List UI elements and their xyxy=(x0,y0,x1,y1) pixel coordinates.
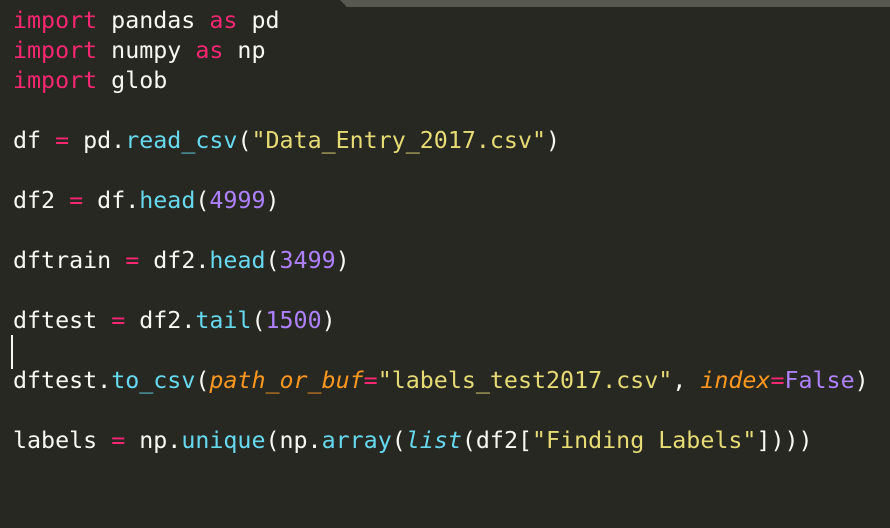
code-token: np xyxy=(223,37,266,64)
code-token: False xyxy=(784,367,855,394)
code-area[interactable]: import pandas as pd import numpy as np imp… xyxy=(13,6,869,456)
code-token: = xyxy=(125,247,140,274)
code-line[interactable]: dftest = df2.tail(1500) xyxy=(13,306,869,336)
code-token: import xyxy=(13,67,98,94)
code-token: as xyxy=(195,37,224,64)
code-token: numpy xyxy=(97,37,196,64)
code-line[interactable]: ​ xyxy=(13,276,869,306)
code-line[interactable]: dftrain = df2.head(3499) xyxy=(13,246,869,276)
code-token: dftrain xyxy=(13,247,126,274)
code-line[interactable]: ​ xyxy=(13,156,869,186)
code-token: 3499 xyxy=(279,247,336,274)
code-token: read_csv xyxy=(125,127,238,154)
code-token: import xyxy=(13,7,98,34)
code-token: tail xyxy=(195,307,252,334)
code-token: index xyxy=(700,367,771,394)
code-token: (np. xyxy=(265,427,322,454)
code-token: dftest. xyxy=(13,367,112,394)
code-token: array xyxy=(321,427,392,454)
code-token: ( xyxy=(195,367,210,394)
code-token: ) xyxy=(546,127,561,154)
code-line[interactable]: import glob xyxy=(13,66,869,96)
code-token: "Data_Entry_2017.csv" xyxy=(251,127,547,154)
code-token: pd xyxy=(237,7,280,34)
code-line[interactable]: df2 = df.head(4999) xyxy=(13,186,869,216)
code-token: 4999 xyxy=(209,187,266,214)
code-editor[interactable]: import pandas as pd import numpy as np imp… xyxy=(0,0,890,528)
code-token: list xyxy=(405,427,462,454)
code-token: ( xyxy=(195,187,210,214)
code-line[interactable]: ​ xyxy=(13,336,869,366)
code-token: ( xyxy=(391,427,406,454)
text-cursor xyxy=(11,335,13,369)
code-token: pandas xyxy=(97,7,210,34)
code-token: = xyxy=(111,307,126,334)
code-token: , xyxy=(672,367,701,394)
code-line[interactable]: import pandas as pd xyxy=(13,6,869,36)
code-token: df2. xyxy=(125,307,196,334)
code-token: "labels_test2017.csv" xyxy=(377,367,673,394)
code-token: import xyxy=(13,37,98,64)
code-token: ( xyxy=(237,127,252,154)
code-token: path_or_buf xyxy=(209,367,364,394)
code-token: df xyxy=(13,127,56,154)
code-token: labels xyxy=(13,427,112,454)
code-line[interactable]: ​ xyxy=(13,96,869,126)
code-token: ) xyxy=(335,247,350,274)
code-token: ( xyxy=(265,247,280,274)
code-token: head xyxy=(139,187,196,214)
code-line[interactable]: ​ xyxy=(13,216,869,246)
code-token: 1500 xyxy=(265,307,322,334)
code-line[interactable]: import numpy as np xyxy=(13,36,869,66)
code-token: = xyxy=(770,367,785,394)
code-token: glob xyxy=(97,67,168,94)
code-token: np. xyxy=(125,427,182,454)
code-token: = xyxy=(55,127,70,154)
code-token: pd. xyxy=(69,127,126,154)
code-token: "Finding Labels" xyxy=(532,427,757,454)
code-token: = xyxy=(111,427,126,454)
code-token: df2 xyxy=(13,187,70,214)
code-token: head xyxy=(209,247,266,274)
code-line[interactable]: dftest.to_csv(path_or_buf="labels_test20… xyxy=(13,366,869,396)
code-token: ) xyxy=(321,307,336,334)
code-line[interactable]: labels = np.unique(np.array(list(df2["Fi… xyxy=(13,426,869,456)
code-token: to_csv xyxy=(111,367,196,394)
code-token: df. xyxy=(83,187,140,214)
code-token: ( xyxy=(251,307,266,334)
code-token: dftest xyxy=(13,307,112,334)
code-line[interactable]: ​ xyxy=(13,396,869,426)
code-token: (df2[ xyxy=(461,427,533,454)
code-token: unique xyxy=(181,427,266,454)
code-token: ) xyxy=(854,367,869,394)
code-line[interactable]: df = pd.read_csv("Data_Entry_2017.csv") xyxy=(13,126,869,156)
code-token: as xyxy=(209,7,238,34)
code-token: df2. xyxy=(139,247,210,274)
code-token: = xyxy=(363,367,378,394)
code-token: ]))) xyxy=(756,427,813,454)
code-token: = xyxy=(69,187,84,214)
code-token: ) xyxy=(265,187,280,214)
